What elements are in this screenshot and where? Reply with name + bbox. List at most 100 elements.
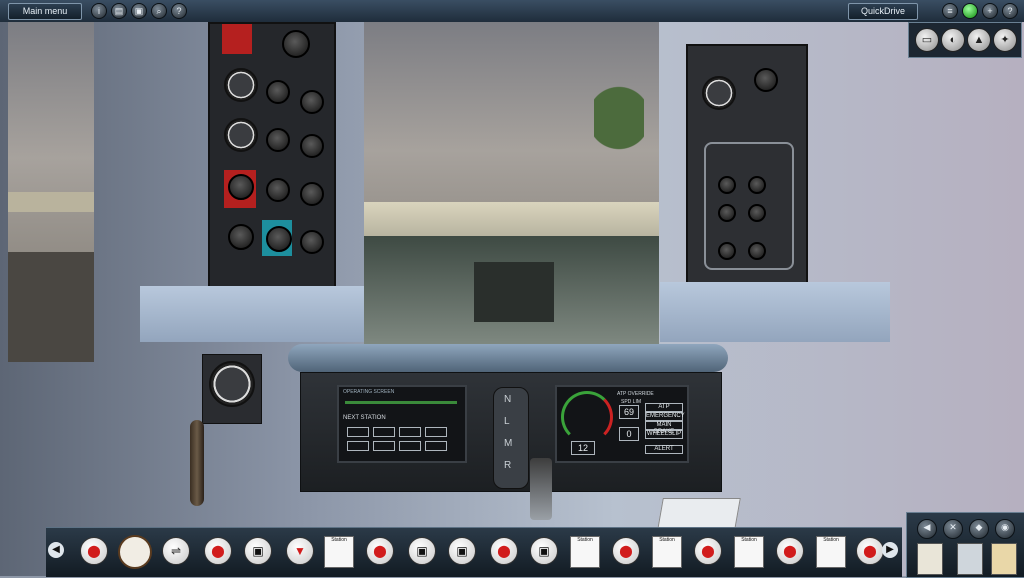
panel-knob[interactable] — [718, 176, 736, 194]
speed-readout: 12 — [571, 441, 595, 455]
emergency-button[interactable]: EMERGENCY — [645, 412, 685, 421]
panel-knob[interactable] — [228, 224, 254, 250]
driver-toolbar: ◀ ⬤ ⇌ ⬤ ▣ ▼ Station ⬤ ▣ ▣ ⬤ ▣ Station ⬤ … — [46, 527, 902, 577]
speed-limit-readout: 69 — [619, 405, 639, 419]
panel-knob[interactable] — [748, 242, 766, 260]
master-controller-handle[interactable] — [190, 420, 204, 506]
panel-knob[interactable] — [748, 204, 766, 222]
stop-marker-icon[interactable]: ⬤ — [490, 537, 518, 565]
hmi-soft-key[interactable] — [399, 441, 421, 451]
panel-gauge — [702, 76, 736, 110]
hmi-soft-key[interactable] — [425, 427, 447, 437]
hmi-soft-key[interactable] — [347, 427, 369, 437]
cab-view-scene: ▭ ◐ ▲ ✦ OPERATING SCREEN NEXT STATION N … — [0, 22, 1024, 576]
station-label: Station — [741, 537, 757, 543]
folder-icon[interactable]: ▤ — [111, 3, 127, 19]
add-icon[interactable]: + — [982, 3, 998, 19]
cab-view-icon[interactable]: ▭ — [915, 28, 939, 52]
panel-knob[interactable] — [300, 134, 324, 158]
stop-marker-icon[interactable]: ⬤ — [80, 537, 108, 565]
panel-knob[interactable] — [266, 128, 290, 152]
left-side-window — [8, 22, 94, 362]
panel-knob[interactable] — [300, 230, 324, 254]
left-control-panel — [208, 22, 336, 290]
panel-knob[interactable] — [718, 204, 736, 222]
layers-icon[interactable]: ≡ — [942, 3, 958, 19]
camera-view-panel: ▭ ◐ ▲ ✦ — [908, 22, 1022, 58]
atp-button[interactable]: ATP — [645, 403, 683, 412]
clock-icon[interactable] — [118, 535, 152, 569]
station-label: Station — [577, 537, 593, 543]
compass-icon[interactable]: ◆ — [969, 519, 989, 539]
wheelslip-button[interactable]: WHEELSLIP — [645, 430, 683, 439]
panel-knob[interactable] — [718, 242, 736, 260]
stop-marker-icon[interactable]: ⬤ — [612, 537, 640, 565]
station-marker-icon[interactable]: Station — [324, 536, 354, 568]
alert-button[interactable]: ALERT — [645, 445, 683, 454]
emergency-knob[interactable] — [228, 174, 254, 200]
train-icon[interactable]: ▣ — [244, 537, 272, 565]
collapse-icon[interactable]: ◀ — [917, 519, 937, 539]
hmi-soft-key[interactable] — [399, 427, 421, 437]
teal-knob[interactable] — [266, 226, 292, 252]
train-icon[interactable]: ▣ — [408, 537, 436, 565]
panel-knob[interactable] — [266, 178, 290, 202]
hmi-soft-key[interactable] — [373, 441, 395, 451]
stop-marker-icon[interactable]: ⬤ — [856, 537, 884, 565]
eye-icon[interactable]: ◉ — [995, 519, 1015, 539]
main-menu-button[interactable]: Main menu — [8, 3, 82, 20]
documents-icon[interactable] — [957, 543, 983, 575]
train-icon[interactable]: ▣ — [530, 537, 558, 565]
main-reservoir-gauge — [224, 118, 258, 152]
stop-marker-icon[interactable]: ⬤ — [366, 537, 394, 565]
right-hmi-screen: 12 ATP OVERRIDE SPD LIM 69 0 ATP EMERGEN… — [555, 385, 689, 463]
panel-knob[interactable] — [300, 90, 324, 114]
info-doc-icon[interactable] — [991, 543, 1017, 575]
quickdrive-button[interactable]: QuickDrive — [848, 3, 918, 20]
hmi-soft-key[interactable] — [425, 441, 447, 451]
scroll-right-icon[interactable]: ▶ — [882, 542, 898, 558]
status-light-icon[interactable] — [962, 3, 978, 19]
station-label: Station — [659, 537, 675, 543]
lever-m: M — [504, 438, 513, 449]
warning-triangle-icon[interactable]: ▼ — [286, 537, 314, 565]
panel-knob[interactable] — [300, 182, 324, 206]
hmi-status-title: ATP OVERRIDE — [617, 391, 654, 397]
stop-marker-icon[interactable]: ⬤ — [694, 537, 722, 565]
search-icon[interactable]: ⌕ — [151, 3, 167, 19]
question-icon[interactable]: ? — [1002, 3, 1018, 19]
tools-icon[interactable]: ✕ — [943, 519, 963, 539]
station-marker-icon[interactable]: Station — [734, 536, 764, 568]
stop-marker-icon[interactable]: ⬤ — [204, 537, 232, 565]
save-icon[interactable]: ▣ — [131, 3, 147, 19]
station-label: Station — [823, 537, 839, 543]
hmi-soft-key[interactable] — [373, 427, 395, 437]
station-marker-icon[interactable]: Station — [652, 536, 682, 568]
trackside-cam-icon[interactable]: ✦ — [993, 28, 1017, 52]
panel-knob[interactable] — [266, 80, 290, 104]
main-brake-button[interactable]: MAIN BRAKE — [645, 421, 683, 435]
tracking-cam-icon[interactable]: ▲ — [967, 28, 991, 52]
brake-pressure-gauge — [224, 68, 258, 102]
red-switch-panel — [222, 24, 252, 54]
head-out-icon[interactable]: ◐ — [941, 28, 965, 52]
stop-marker-icon[interactable]: ⬤ — [776, 537, 804, 565]
station-label: Station — [331, 537, 347, 543]
help-icon[interactable]: ? — [171, 3, 187, 19]
hmi-soft-key[interactable] — [347, 441, 369, 451]
distance-readout: 0 — [619, 427, 639, 441]
scroll-left-icon[interactable]: ◀ — [48, 542, 64, 558]
rotary-switch[interactable] — [282, 30, 310, 58]
lever-l: L — [504, 416, 510, 427]
station-marker-icon[interactable]: Station — [816, 536, 846, 568]
volume-knob[interactable] — [754, 68, 778, 92]
train-icon[interactable]: ▣ — [448, 537, 476, 565]
info-icon[interactable]: i — [91, 3, 107, 19]
brake-lever[interactable] — [530, 458, 552, 520]
console-top-rail — [288, 344, 728, 372]
driver-console: OPERATING SCREEN NEXT STATION N L M R 12… — [300, 372, 722, 492]
panel-knob[interactable] — [748, 176, 766, 194]
notes-icon[interactable] — [917, 543, 943, 575]
station-marker-icon[interactable]: Station — [570, 536, 600, 568]
rail-logo-icon[interactable]: ⇌ — [162, 537, 190, 565]
